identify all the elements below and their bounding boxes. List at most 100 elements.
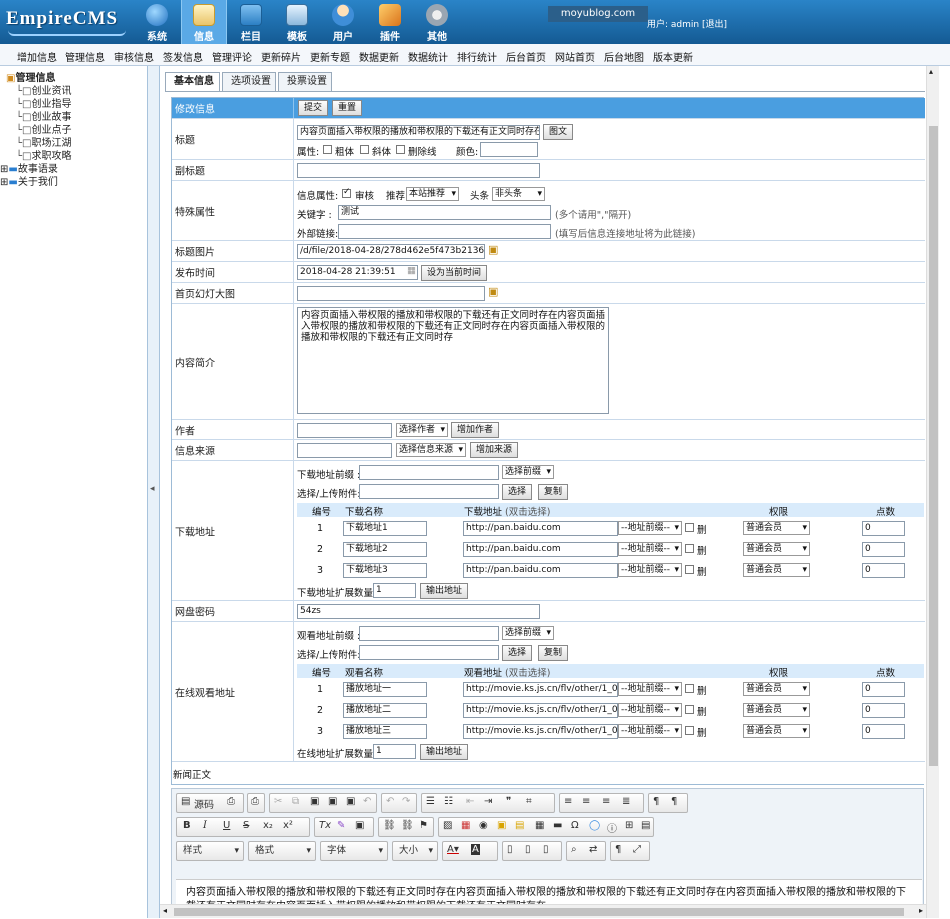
- dl-expand-input[interactable]: 1: [373, 583, 416, 598]
- submenu-item[interactable]: 版本更新: [653, 49, 693, 64]
- dl-url-input[interactable]: http://pan.baidu.com: [463, 521, 618, 536]
- submenu-item[interactable]: 管理评论: [212, 49, 252, 64]
- time-input[interactable]: 2018-04-28 21:39:51: [297, 265, 418, 280]
- audit-checkbox[interactable]: [342, 187, 351, 198]
- subtitle-input[interactable]: [297, 163, 540, 178]
- ol-name-input[interactable]: 播放地址一: [343, 682, 427, 697]
- attachment-icon[interactable]: ▤: [515, 820, 524, 831]
- title-input[interactable]: 内容页面插入带权限的播放和带权限的下载还有正文同时存在: [297, 125, 540, 140]
- keyword-input[interactable]: 测试: [338, 205, 551, 220]
- ol-url-input[interactable]: http://movie.ks.js.cn/flv/other/1_0.m: [463, 724, 618, 739]
- submit-button[interactable]: 提交: [298, 100, 329, 116]
- size-combo[interactable]: 大小: [392, 841, 438, 861]
- superscript-icon[interactable]: x²: [283, 820, 293, 831]
- anchor-icon[interactable]: ⚑: [419, 820, 428, 831]
- author-select[interactable]: 选择作者: [396, 423, 448, 437]
- image-picker-icon[interactable]: ▣: [488, 285, 498, 298]
- ol-points-input[interactable]: 0: [862, 703, 905, 718]
- ol-delete-checkbox[interactable]: [685, 684, 694, 693]
- dl-delete-checkbox[interactable]: [685, 523, 694, 532]
- print-icon[interactable]: ⎙: [251, 796, 259, 807]
- nav-user[interactable]: 用户: [320, 0, 366, 44]
- smiley-icon[interactable]: ◯: [589, 820, 600, 831]
- ol-upload-input[interactable]: [359, 645, 499, 660]
- code-icon[interactable]: ▤: [641, 820, 650, 831]
- headline-select[interactable]: 非头条: [492, 187, 545, 201]
- find-icon[interactable]: ⌕: [571, 844, 577, 855]
- ol-choose-button[interactable]: 选择: [502, 645, 533, 661]
- vertical-scrollbar[interactable]: ▴: [926, 66, 939, 918]
- align-right-icon[interactable]: ≡: [602, 796, 610, 807]
- copy-format-icon[interactable]: ✎: [337, 820, 345, 831]
- ol-perm-select[interactable]: 普通会员: [743, 703, 810, 717]
- collapse-arrow-icon[interactable]: ◂: [150, 484, 155, 494]
- hr-icon[interactable]: ▬: [553, 820, 562, 831]
- horizontal-scrollbar[interactable]: ◂ ▸: [160, 904, 926, 918]
- align-justify-icon[interactable]: ≣: [622, 796, 630, 807]
- submenu-item[interactable]: 审核信息: [114, 49, 154, 64]
- ol-url-input[interactable]: http://movie.ks.js.cn/flv/other/1_0.m: [463, 703, 618, 718]
- intro-textarea[interactable]: 内容页面插入带权限的播放和带权限的下载还有正文同时存在内容页面插入带权限的播放和…: [297, 307, 609, 414]
- ol-addr-prefix-select[interactable]: --地址前缀--: [618, 682, 682, 696]
- sidebar-splitter[interactable]: ◂: [148, 66, 160, 918]
- pan-input[interactable]: 54zs: [297, 604, 540, 619]
- dl-name-input[interactable]: 下载地址3: [343, 563, 427, 578]
- strike-checkbox[interactable]: [396, 145, 405, 154]
- undo-icon[interactable]: ↶: [363, 796, 371, 807]
- paste-text-icon[interactable]: ▣: [328, 796, 337, 807]
- tree-item[interactable]: └□求职攻略: [6, 150, 71, 163]
- bold-icon[interactable]: B: [183, 820, 191, 831]
- dl-delete-checkbox[interactable]: [685, 544, 694, 553]
- tree-item[interactable]: └□创业资讯: [6, 85, 71, 98]
- paste-word-icon[interactable]: ▣: [346, 796, 355, 807]
- dl-name-input[interactable]: 下载地址2: [343, 542, 427, 557]
- dl-prefix-select[interactable]: 选择前缀: [502, 465, 554, 479]
- bullet-list-icon[interactable]: ☷: [444, 796, 453, 807]
- vertical-scroll-thumb[interactable]: [929, 126, 938, 766]
- dl-addr-prefix-select[interactable]: --地址前缀--: [618, 563, 682, 577]
- ol-addr-prefix-select[interactable]: --地址前缀--: [618, 724, 682, 738]
- dl-url-input[interactable]: http://pan.baidu.com: [463, 563, 618, 578]
- special-char-icon[interactable]: Ω: [571, 820, 579, 831]
- align-center-icon[interactable]: ≡: [582, 796, 590, 807]
- ol-points-input[interactable]: 0: [862, 724, 905, 739]
- dl-prefix-input[interactable]: [359, 465, 499, 480]
- nav-column[interactable]: 栏目: [228, 0, 274, 44]
- ol-name-input[interactable]: 播放地址二: [343, 703, 427, 718]
- dl-addr-prefix-select[interactable]: --地址前缀--: [618, 521, 682, 535]
- source-button[interactable]: 源码: [194, 796, 214, 811]
- doc-icon[interactable]: ▯: [525, 844, 531, 855]
- cut-icon[interactable]: ✂: [274, 796, 282, 807]
- ol-delete-checkbox[interactable]: [685, 705, 694, 714]
- source-select[interactable]: 选择信息来源: [396, 443, 466, 457]
- submenu-item[interactable]: 网站首页: [555, 49, 595, 64]
- set-now-button[interactable]: 设为当前时间: [421, 265, 488, 281]
- bold-checkbox[interactable]: [323, 145, 332, 154]
- dl-perm-select[interactable]: 普通会员: [743, 521, 810, 535]
- ol-expand-input[interactable]: 1: [373, 744, 416, 759]
- reset-button[interactable]: 重置: [332, 100, 363, 116]
- file-icon[interactable]: ▣: [497, 820, 506, 831]
- dl-upload-input[interactable]: [359, 484, 499, 499]
- author-input[interactable]: [297, 423, 392, 438]
- submenu-item[interactable]: 后台地图: [604, 49, 644, 64]
- font-combo[interactable]: 字体: [320, 841, 388, 861]
- text-color-icon[interactable]: A▾: [447, 844, 459, 855]
- maximize-icon[interactable]: ⤢: [633, 844, 641, 855]
- align-left-icon[interactable]: ≡: [564, 796, 572, 807]
- nav-plugin[interactable]: 插件: [367, 0, 413, 44]
- ol-name-input[interactable]: 播放地址三: [343, 724, 427, 739]
- unlink-icon[interactable]: ⛓: [401, 820, 414, 831]
- paste-icon[interactable]: ▣: [310, 796, 319, 807]
- ltr-icon[interactable]: ¶: [653, 796, 659, 807]
- link-icon[interactable]: ⛓: [383, 820, 396, 831]
- dl-choose-button[interactable]: 选择: [502, 484, 533, 500]
- about-icon[interactable]: ⓘ: [607, 820, 617, 835]
- subscript-icon[interactable]: x₂: [263, 820, 273, 831]
- media-icon[interactable]: ◉: [479, 820, 488, 831]
- tree-item[interactable]: └□创业指导: [6, 98, 71, 111]
- tree-item[interactable]: └□创业点子: [6, 124, 71, 137]
- nav-other[interactable]: 其他: [414, 0, 460, 44]
- calendar-icon[interactable]: ▦: [407, 265, 416, 276]
- source-input[interactable]: [297, 443, 392, 458]
